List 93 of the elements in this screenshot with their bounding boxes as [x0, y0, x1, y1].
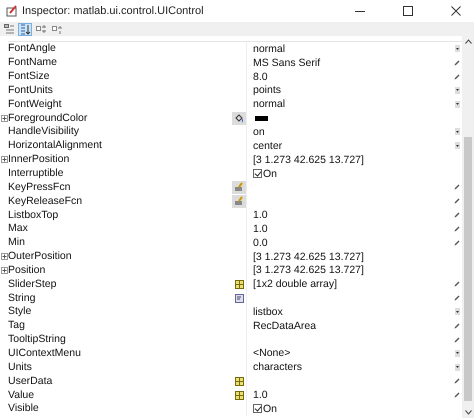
- property-name: Style: [8, 305, 32, 318]
- property-value[interactable]: 1.0: [253, 222, 268, 235]
- pencil-icon[interactable]: [454, 322, 460, 329]
- pencil-icon[interactable]: [454, 60, 460, 66]
- pencil-icon[interactable]: [454, 226, 460, 232]
- property-value[interactable]: center: [253, 140, 282, 152]
- property-name: SliderStep: [8, 278, 58, 291]
- window-title: Inspector: matlab.ui.control.UIControl: [22, 5, 204, 17]
- dropdown-button[interactable]: [454, 86, 460, 94]
- pencil-icon[interactable]: [454, 392, 460, 398]
- checkbox-label: On: [263, 402, 278, 415]
- property-value[interactable]: on: [253, 126, 265, 138]
- property-name: Max: [8, 222, 29, 236]
- scroll-up-icon[interactable]: [464, 39, 472, 44]
- property-name: ListboxTop: [8, 208, 60, 222]
- callback-editor-button[interactable]: [232, 180, 246, 194]
- property-name: HorizontalAlignment: [8, 139, 103, 152]
- property-name: Units: [8, 360, 33, 374]
- array-editor-button[interactable]: [232, 278, 246, 291]
- property-name: FontUnits: [8, 84, 54, 97]
- scroll-down-icon[interactable]: [464, 410, 472, 415]
- scrollbar[interactable]: [462, 36, 474, 418]
- checkbox[interactable]: [253, 169, 262, 178]
- property-name: OuterPosition: [8, 250, 73, 264]
- array-editor-button[interactable]: [232, 388, 246, 402]
- array-editor-button[interactable]: [232, 374, 246, 388]
- dropdown-button[interactable]: [454, 100, 460, 108]
- property-value[interactable]: RecDataArea: [253, 320, 316, 332]
- property-name: KeyReleaseFcn: [8, 194, 84, 208]
- property-name: ForegroundColor: [8, 112, 88, 125]
- property-value[interactable]: normal: [253, 42, 286, 55]
- pencil-icon[interactable]: [454, 198, 460, 204]
- property-name: FontSize: [8, 70, 50, 84]
- property-value[interactable]: listbox: [253, 306, 283, 318]
- expand-icon[interactable]: [0, 253, 8, 260]
- property-name: UserData: [8, 374, 54, 388]
- property-name: Position: [8, 264, 46, 277]
- property-name: Visible: [8, 402, 40, 416]
- property-value[interactable]: 0.0: [253, 236, 268, 249]
- color-picker-button[interactable]: [232, 112, 246, 125]
- pencil-icon[interactable]: [454, 184, 460, 190]
- property-value[interactable]: 8.0: [253, 70, 268, 83]
- property-value[interactable]: points: [253, 84, 282, 96]
- property-value[interactable]: characters: [253, 361, 302, 374]
- property-name: FontAngle: [8, 42, 57, 56]
- maximize-icon[interactable]: [402, 5, 414, 17]
- property-value[interactable]: 1.0: [253, 389, 268, 402]
- dropdown-button[interactable]: [454, 142, 460, 150]
- property-value[interactable]: 1.0: [253, 209, 268, 222]
- callback-editor-button[interactable]: [232, 194, 246, 208]
- sort-button[interactable]: [18, 22, 32, 36]
- expand-icon[interactable]: [0, 114, 8, 122]
- property-name: HandleVisibility: [8, 125, 80, 138]
- expand-all-button[interactable]: [34, 22, 48, 36]
- dropdown-button[interactable]: [454, 308, 460, 316]
- property-name: Tag: [8, 319, 26, 332]
- inspector-icon: [6, 5, 18, 17]
- property-name: UIContextMenu: [8, 346, 82, 360]
- dropdown-button[interactable]: [454, 350, 460, 357]
- dropdown-button[interactable]: [454, 364, 460, 371]
- property-name: TooltipString: [8, 333, 67, 346]
- property-name: Min: [8, 236, 26, 250]
- pencil-icon[interactable]: [454, 281, 460, 288]
- pencil-icon[interactable]: [454, 378, 460, 384]
- dropdown-button[interactable]: [454, 128, 460, 136]
- property-value[interactable]: [3 1.273 42.625 13.727]: [253, 264, 364, 276]
- color-swatch[interactable]: [255, 116, 268, 121]
- property-name: Interruptible: [8, 167, 64, 180]
- property-value[interactable]: [3 1.273 42.625 13.727]: [253, 154, 364, 166]
- property-name: FontName: [8, 56, 58, 70]
- property-value[interactable]: [3 1.273 42.625 13.727]: [253, 250, 364, 263]
- checkbox[interactable]: [253, 404, 262, 414]
- pencil-icon[interactable]: [454, 336, 460, 343]
- checkbox-label: On: [263, 168, 278, 180]
- pencil-icon[interactable]: [454, 240, 460, 246]
- property-value[interactable]: normal: [253, 98, 286, 110]
- property-name: Value: [8, 388, 36, 402]
- property-name: KeyPressFcn: [8, 180, 72, 194]
- property-name: InnerPosition: [8, 153, 70, 166]
- property-value[interactable]: MS Sans Serif: [253, 56, 320, 69]
- categorize-button[interactable]: [2, 22, 16, 36]
- expand-icon[interactable]: [0, 266, 8, 274]
- property-name: String: [8, 292, 36, 305]
- property-value[interactable]: <None>: [253, 347, 290, 360]
- expand-icon[interactable]: [0, 156, 8, 164]
- pencil-icon[interactable]: [454, 74, 460, 80]
- text-editor-button[interactable]: [232, 292, 246, 305]
- pencil-icon[interactable]: [454, 295, 460, 302]
- property-value[interactable]: [1x2 double array]: [253, 278, 338, 290]
- property-name: FontWeight: [8, 98, 62, 111]
- close-icon[interactable]: [450, 5, 462, 17]
- pencil-icon[interactable]: [454, 212, 460, 218]
- dropdown-button[interactable]: [454, 45, 460, 52]
